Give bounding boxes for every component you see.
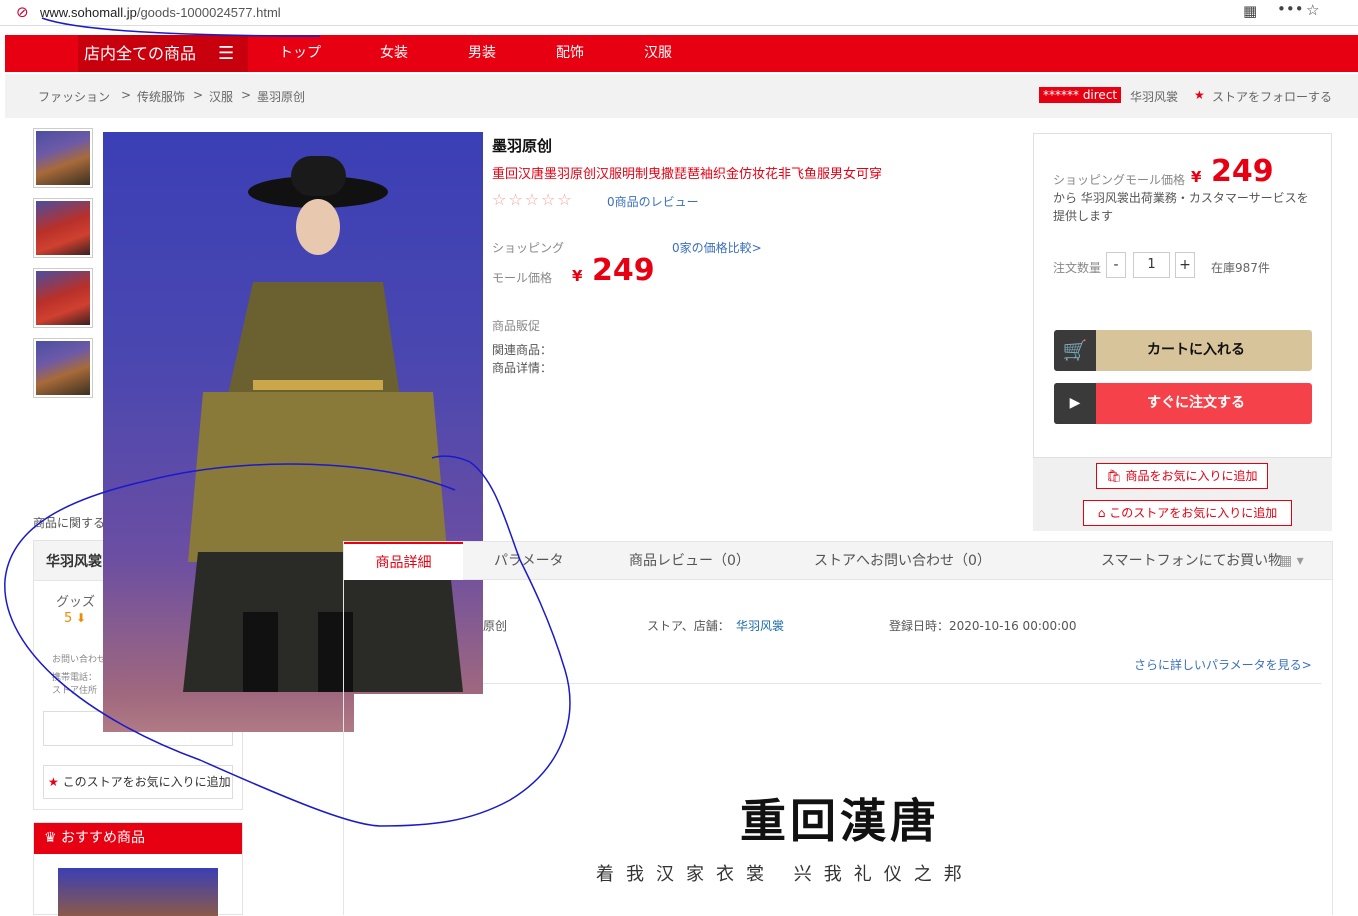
pen-annotation [4,17,571,827]
